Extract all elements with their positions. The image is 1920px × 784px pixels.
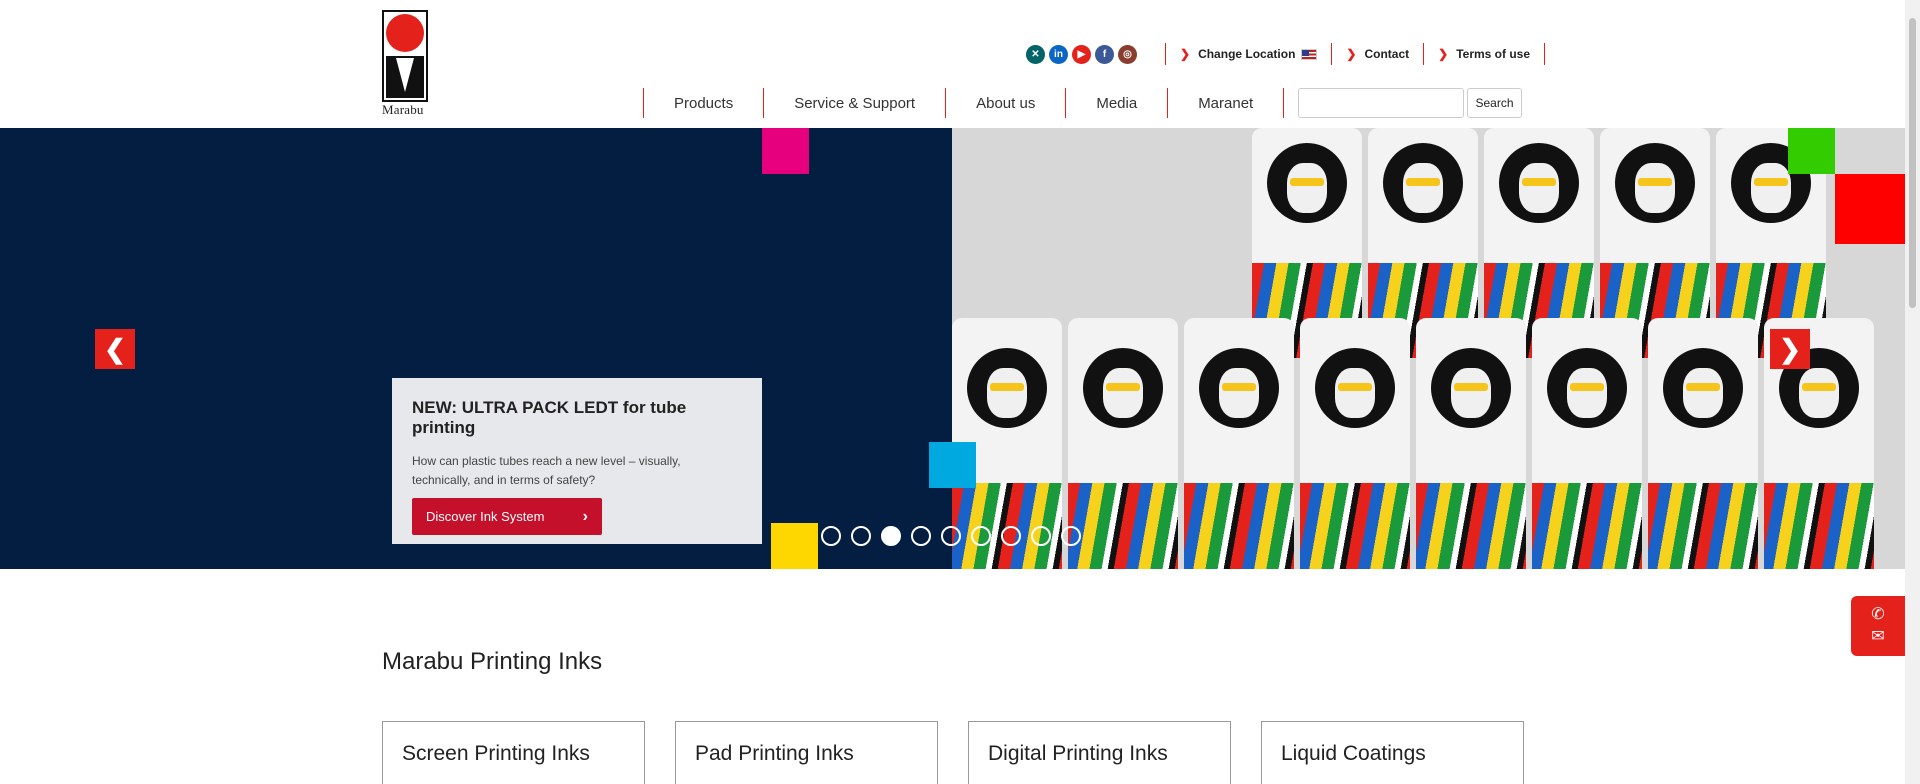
facebook-icon[interactable]: f xyxy=(1095,44,1114,64)
logo-mark xyxy=(382,10,428,102)
search-button[interactable]: Search xyxy=(1467,88,1522,118)
chevron-right-icon: ❯ xyxy=(1779,333,1801,364)
slider-dot[interactable] xyxy=(1031,526,1051,546)
divider xyxy=(1423,43,1425,65)
contact-link[interactable]: ❯ Contact xyxy=(1346,47,1409,61)
card-title: Pad Printing Inks xyxy=(695,742,854,765)
search-input[interactable] xyxy=(1298,88,1464,118)
chevron-right-icon: ❯ xyxy=(1438,47,1449,61)
hero-text: How can plastic tubes reach a new level … xyxy=(412,454,681,487)
yellow-square xyxy=(771,523,818,569)
nav-item-maranet[interactable]: Maranet xyxy=(1168,95,1283,112)
xing-icon[interactable]: ✕ xyxy=(1026,44,1045,64)
card-title: Screen Printing Inks xyxy=(402,742,590,765)
slider-dot[interactable] xyxy=(911,526,931,546)
chevron-left-icon: ❮ xyxy=(104,333,126,364)
nav-item-media[interactable]: Media xyxy=(1066,95,1167,112)
us-flag-icon xyxy=(1301,48,1318,60)
green-square xyxy=(1788,128,1835,174)
site-header: Marabu ✕ in ▶ f ◎ ❯ Change Location ❯ Co… xyxy=(0,0,1905,128)
card-title: Digital Printing Inks xyxy=(988,742,1168,765)
floating-contact-tab[interactable]: ✆ ✉ xyxy=(1851,596,1905,656)
nav-item-service-support[interactable]: Service & Support xyxy=(764,95,945,112)
hero-slider: NEW: ULTRA PACK LEDT for tube printing H… xyxy=(0,128,1905,569)
chevron-right-icon: ❯ xyxy=(1180,47,1191,61)
card-digital-printing-inks[interactable]: Digital Printing Inks xyxy=(968,721,1231,784)
nav-divider xyxy=(1283,88,1285,118)
hero-caption: NEW: ULTRA PACK LEDT for tube printing H… xyxy=(392,378,762,544)
linkedin-icon[interactable]: in xyxy=(1049,44,1068,64)
main-nav: Products Service & Support About us Medi… xyxy=(643,88,1285,118)
contact-label: Contact xyxy=(1364,47,1410,61)
cta-label: Discover Ink System xyxy=(426,509,545,524)
change-location-label: Change Location xyxy=(1198,47,1296,61)
social-links: ✕ in ▶ f ◎ xyxy=(1026,44,1137,64)
red-square xyxy=(1835,174,1905,244)
divider xyxy=(1544,43,1546,65)
phone-icon: ✆ xyxy=(1871,606,1885,623)
slider-dots xyxy=(821,526,1081,546)
cyan-square xyxy=(929,442,976,488)
nav-item-about-us[interactable]: About us xyxy=(946,95,1065,112)
logo-text: Marabu xyxy=(382,102,424,117)
nav-item-products[interactable]: Products xyxy=(644,95,763,112)
search-form: Search xyxy=(1298,88,1522,118)
chevron-right-icon: › xyxy=(582,507,588,525)
terms-label: Terms of use xyxy=(1456,47,1531,61)
slider-dot[interactable] xyxy=(971,526,991,546)
chevron-right-icon: ❯ xyxy=(1346,47,1357,61)
hero-title: NEW: ULTRA PACK LEDT for tube printing xyxy=(412,398,687,437)
card-liquid-coatings[interactable]: Liquid Coatings xyxy=(1261,721,1524,784)
page-scrollbar[interactable] xyxy=(1905,0,1920,784)
discover-ink-system-button[interactable]: Discover Ink System › xyxy=(412,498,602,535)
divider xyxy=(1331,43,1333,65)
slider-dot[interactable] xyxy=(821,526,841,546)
slider-dot-active[interactable] xyxy=(881,526,901,546)
section-title: Marabu Printing Inks xyxy=(382,648,603,675)
change-location-link[interactable]: ❯ Change Location xyxy=(1180,47,1318,61)
instagram-icon[interactable]: ◎ xyxy=(1118,44,1137,64)
youtube-icon[interactable]: ▶ xyxy=(1072,44,1091,64)
slider-prev-button[interactable]: ❮ xyxy=(95,329,135,369)
magenta-square xyxy=(762,128,809,174)
utility-bar: ✕ in ▶ f ◎ ❯ Change Location ❯ Contact ❯… xyxy=(1026,43,1559,65)
hero-image xyxy=(952,128,1905,569)
card-screen-printing-inks[interactable]: Screen Printing Inks xyxy=(382,721,645,784)
card-pad-printing-inks[interactable]: Pad Printing Inks xyxy=(675,721,938,784)
card-title: Liquid Coatings xyxy=(1281,742,1426,765)
slider-next-button[interactable]: ❯ xyxy=(1770,329,1810,369)
slider-dot[interactable] xyxy=(1001,526,1021,546)
mail-icon: ✉ xyxy=(1871,628,1885,645)
terms-link[interactable]: ❯ Terms of use xyxy=(1438,47,1530,61)
marabu-logo[interactable]: Marabu xyxy=(382,10,428,117)
product-cards: Screen Printing Inks Pad Printing Inks D… xyxy=(382,721,1524,784)
scrollbar-thumb[interactable] xyxy=(1909,18,1916,308)
slider-dot[interactable] xyxy=(1061,526,1081,546)
divider xyxy=(1165,43,1166,65)
slider-dot[interactable] xyxy=(851,526,871,546)
slider-dot[interactable] xyxy=(941,526,961,546)
